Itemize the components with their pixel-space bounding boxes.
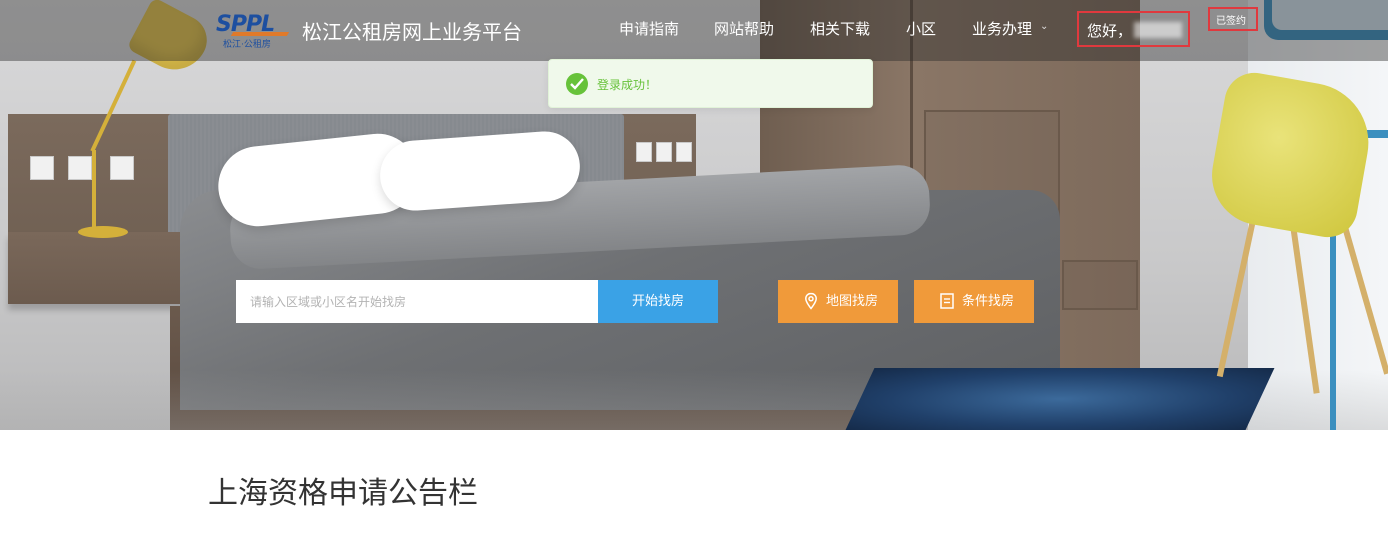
site-title[interactable]: 松江公租房网上业务平台: [302, 16, 522, 45]
login-success-toast: 登录成功！: [548, 59, 873, 108]
hero-socket: [656, 142, 672, 162]
hero-socket: [30, 156, 54, 180]
document-list-icon: [940, 293, 954, 309]
nav-item-application-guide[interactable]: 申请指南: [619, 18, 679, 39]
top-nav-bar: SPPL 松江·公租房 松江公租房网上业务平台 申请指南 网站帮助 相关下载 小…: [0, 0, 1388, 61]
site-logo[interactable]: SPPL 松江·公租房: [216, 12, 290, 50]
logo-subtitle: 松江·公租房: [223, 40, 271, 50]
hero-socket: [68, 156, 92, 180]
map-pin-icon: [805, 292, 817, 310]
check-circle-icon: [566, 73, 588, 95]
hero-socket: [676, 142, 692, 162]
nav-item-business[interactable]: 业务办理: [972, 18, 1032, 39]
logo-mark: SPPL: [216, 12, 275, 37]
chevron-down-icon[interactable]: ⌄: [1040, 21, 1048, 32]
nav-item-downloads[interactable]: 相关下载: [810, 18, 870, 39]
lamp-pole: [92, 150, 96, 230]
map-search-label: 地图找房: [826, 294, 879, 309]
start-search-button[interactable]: 开始找房: [598, 280, 718, 323]
hero-socket: [636, 142, 652, 162]
toast-message: 登录成功！: [597, 78, 658, 92]
greeting-text: 您好，: [1087, 22, 1133, 40]
hero-socket: [110, 156, 134, 180]
username-redacted: [1134, 22, 1182, 38]
lamp-base: [78, 226, 128, 238]
filter-search-label: 条件找房: [962, 294, 1015, 309]
search-input[interactable]: [236, 280, 598, 323]
nav-item-site-help[interactable]: 网站帮助: [714, 18, 774, 39]
signed-status-badge: 已签约: [1208, 7, 1258, 31]
user-greeting[interactable]: 您好，: [1077, 11, 1190, 47]
signed-status-label: 已签约: [1216, 16, 1246, 27]
filter-search-button[interactable]: 条件找房: [914, 280, 1034, 323]
hero-nightstand: [8, 232, 208, 304]
nav-item-communities[interactable]: 小区: [906, 18, 936, 39]
map-search-button[interactable]: 地图找房: [778, 280, 898, 323]
hero-pillow: [377, 129, 583, 213]
hero-rug: [845, 368, 1275, 430]
announcement-section-title: 上海资格申请公告栏: [208, 476, 478, 511]
